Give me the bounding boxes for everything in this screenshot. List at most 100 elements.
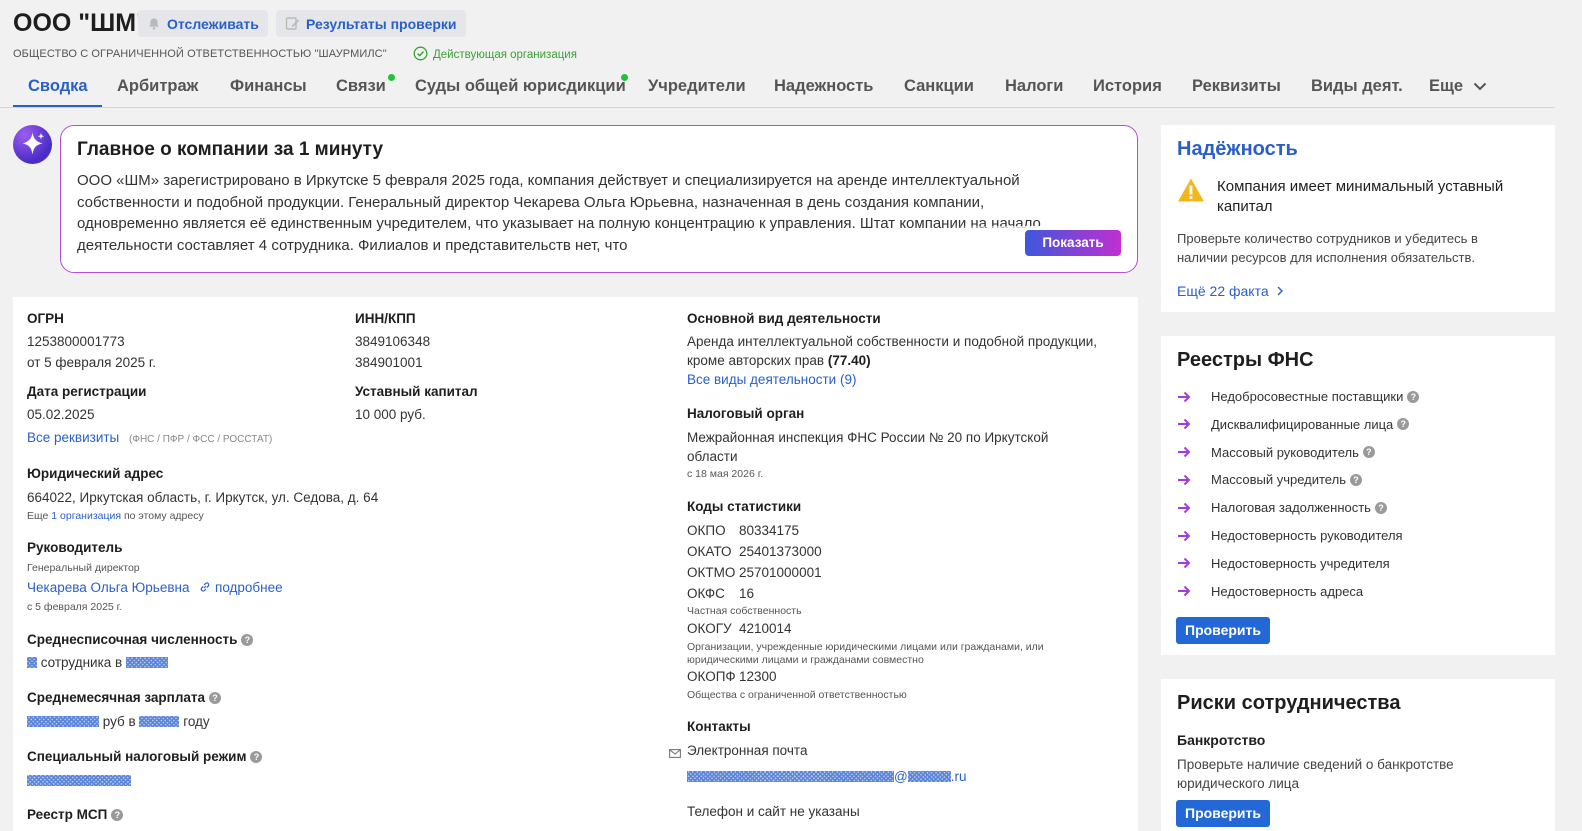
phone-note: Телефон и сайт не указаны: [687, 804, 860, 819]
warning-line-1: Компания имеет минимальный уставный: [1217, 178, 1504, 195]
tab-sanctions[interactable]: Санкции: [904, 77, 974, 96]
head-label: Руководитель: [27, 540, 123, 555]
hidden-value[interactable]: [126, 657, 168, 668]
arrow-right-icon: [1177, 557, 1201, 569]
registry-item[interactable]: Массовый учредитель?: [1177, 472, 1362, 487]
head-name-link[interactable]: Чекарева Ольга Юрьевна: [27, 580, 189, 595]
registry-item-label: Массовый руководитель: [1211, 444, 1359, 460]
all-activities-link[interactable]: Все виды деятельности (9): [687, 372, 856, 387]
registry-item-label: Недостоверность адреса: [1211, 583, 1364, 599]
help-icon[interactable]: ?: [250, 751, 263, 763]
registry-item-label: Недостоверность учредителя: [1211, 555, 1390, 571]
cooperation-risks-card: Риски сотрудничества Банкротство Проверь…: [1161, 679, 1555, 831]
status-text: Действующая организация: [433, 49, 577, 61]
email-tld: .ru: [950, 769, 967, 784]
reliability-card: Надёжность Компания имеет минимальный ус…: [1161, 125, 1555, 312]
chevron-down-icon: [1473, 77, 1487, 96]
activity-code: (77.40): [827, 353, 871, 368]
activity-line-1: Аренда интеллектуальной собственности и …: [687, 334, 1098, 349]
msp-label-text: Реестр МСП: [27, 807, 108, 822]
hidden-value[interactable]: [687, 771, 894, 782]
reliability-title[interactable]: Надёжность: [1177, 138, 1298, 161]
registry-item[interactable]: Дисквалифицированные лица?: [1177, 417, 1410, 432]
fns-registries-title: Реестры ФНС: [1177, 349, 1314, 371]
tab-taxes[interactable]: Налоги: [1005, 77, 1063, 96]
arrow-right-icon: [1177, 585, 1201, 597]
okfs-key: ОКФС: [687, 586, 725, 601]
ai-summary-title: Главное о компании за 1 минуту: [77, 139, 384, 160]
okfs-row: ОКФС 16: [687, 586, 754, 601]
okopf-row: ОКОПФ 12300: [687, 669, 777, 684]
registry-item[interactable]: Недостоверность руководителя: [1177, 528, 1403, 543]
oktmo-value: 25701000001: [739, 565, 822, 580]
check-circle-icon: [413, 46, 428, 64]
ogrn-value: 1253800001773: [27, 334, 125, 349]
hint-line-1: Проверьте количество сотрудников и убеди…: [1177, 231, 1478, 246]
ogrn-label: ОГРН: [27, 311, 64, 326]
tax-regime-value: [27, 773, 131, 788]
registry-item[interactable]: Налоговая задолженность?: [1177, 500, 1387, 515]
more-facts-link[interactable]: Ещё 22 факта: [1177, 283, 1283, 299]
tab-connections[interactable]: Связи: [336, 77, 386, 96]
all-requisites-link[interactable]: Все реквизиты: [27, 430, 119, 445]
okpo-value: 80334175: [739, 523, 800, 538]
tab-general-courts[interactable]: Суды общей юрисдикции: [415, 77, 626, 96]
tab-finance[interactable]: Финансы: [230, 77, 307, 96]
hidden-value[interactable]: [27, 775, 131, 786]
staff-label-text: Среднесписочная численность: [27, 632, 238, 647]
help-icon[interactable]: ?: [241, 634, 254, 646]
tab-history[interactable]: История: [1093, 77, 1162, 96]
tab-activities[interactable]: Виды деят.: [1311, 77, 1403, 96]
okato-key: ОКАТО: [687, 544, 732, 559]
check-registries-button[interactable]: Проверить: [1176, 617, 1270, 644]
salary-value: руб в году: [27, 714, 210, 729]
track-button[interactable]: Отслеживать: [138, 10, 268, 37]
help-icon[interactable]: ?: [1397, 418, 1410, 431]
check-bankruptcy-button[interactable]: Проверить: [1176, 800, 1270, 827]
hidden-value[interactable]: [907, 771, 951, 782]
inn-label: ИНН/КПП: [355, 311, 416, 326]
bell-icon: [147, 17, 161, 31]
msp-label: Реестр МСП?: [27, 807, 124, 822]
head-more-link[interactable]: подробнее: [215, 580, 283, 595]
help-icon[interactable]: ?: [111, 809, 124, 821]
tab-founders[interactable]: Учредители: [648, 77, 746, 96]
tab-more[interactable]: Еще: [1429, 77, 1487, 96]
tax-authority-since: с 18 мая 2026 г.: [687, 468, 764, 480]
hidden-value[interactable]: [139, 716, 180, 727]
registry-item[interactable]: Недостоверность учредителя: [1177, 556, 1390, 571]
address-more-link[interactable]: 1 организация: [51, 510, 121, 522]
help-icon[interactable]: ?: [1362, 446, 1375, 459]
help-icon[interactable]: ?: [1349, 473, 1362, 486]
registry-item[interactable]: Массовый руководитель?: [1177, 445, 1375, 460]
okopf-key: ОКОПФ: [687, 669, 736, 684]
company-title: ООО "ШМ": [13, 9, 148, 37]
reliability-warning: Компания имеет минимальный уставный капи…: [1177, 177, 1503, 217]
tax-authority-line-1: Межрайонная инспекция ФНС России № 20 по…: [687, 430, 1049, 445]
legal-name: ОБЩЕСТВО С ОГРАНИЧЕННОЙ ОТВЕТСТВЕННОСТЬЮ…: [13, 48, 387, 60]
edit-document-icon: [285, 16, 300, 31]
email-value[interactable]: @ .ru: [687, 769, 966, 784]
tab-reliability[interactable]: Надежность: [774, 77, 873, 96]
tax-authority-label: Налоговый орган: [687, 406, 805, 421]
inn-value: 3849106348: [355, 334, 431, 349]
hidden-value[interactable]: [27, 716, 99, 727]
tab-summary[interactable]: Сводка: [28, 77, 88, 96]
help-icon[interactable]: ?: [1407, 390, 1420, 403]
help-icon[interactable]: ?: [1374, 501, 1387, 514]
registry-item[interactable]: Недостоверность адреса: [1177, 584, 1363, 599]
hidden-value[interactable]: [27, 657, 37, 668]
tab-more-label: Еще: [1429, 77, 1464, 95]
show-summary-button[interactable]: Показать: [1025, 230, 1121, 256]
check-results-button[interactable]: Результаты проверки: [276, 10, 466, 37]
registration-date-label: Дата регистрации: [27, 384, 147, 399]
okogu-note-line-2: юридическими лицами и гражданами совмест…: [687, 654, 924, 666]
tab-requisites[interactable]: Реквизиты: [1192, 77, 1281, 96]
all-requisites-note: (ФНС / ПФР / ФСС / РОССТАТ): [129, 434, 273, 445]
registry-item[interactable]: Недобросовестные поставщики?: [1177, 389, 1420, 404]
fns-registries-card: Реестры ФНС Недобросовестные поставщики?…: [1161, 336, 1555, 655]
help-icon[interactable]: ?: [209, 692, 222, 704]
tab-arbitration[interactable]: Арбитраж: [117, 77, 198, 96]
ai-summary-card: Главное о компании за 1 минуту ООО «ШМ» …: [60, 125, 1138, 273]
active-tab-underline: [13, 105, 102, 107]
